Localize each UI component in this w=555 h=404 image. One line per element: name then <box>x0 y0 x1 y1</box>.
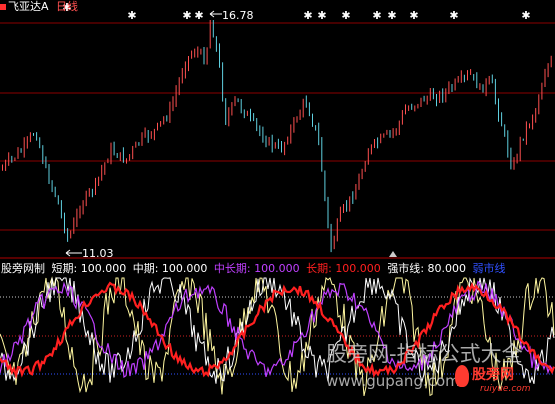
param-long-label: 长期 <box>306 262 329 275</box>
watermark-badge-logo <box>455 365 469 387</box>
period-label[interactable]: 日线 <box>56 0 78 13</box>
high-price-label: 16.78 <box>222 9 254 22</box>
param-long-value: 100.000 <box>335 262 381 275</box>
signal-star-icon: ✱ <box>372 9 381 22</box>
signal-star-icon: ✱ <box>409 9 418 22</box>
indicator-name[interactable]: 股旁网制 <box>1 262 45 275</box>
watermark-url: www.gupang.com <box>326 372 460 390</box>
param-midlong: 中长期: 100.000 <box>213 262 300 275</box>
indicator-header: 股旁网制 短期: 100.000 中期: 100.000 中长期: 100.00… <box>1 262 506 275</box>
param-long: 长期: 100.000 <box>306 262 381 275</box>
signal-star-icon: ✱ <box>521 9 530 22</box>
param-weak-label: 弱市线 <box>472 262 506 275</box>
signal-star-icon: ✱ <box>127 9 136 22</box>
signal-star-icon: ✱ <box>387 9 396 22</box>
signal-star-icon: ✱ <box>182 9 191 22</box>
stock-header: 飞亚达A 日线 <box>0 0 78 13</box>
signal-star-icon: ✱ <box>303 9 312 22</box>
param-midlong-label: 中长期 <box>213 262 247 275</box>
param-short: 短期: 100.000 <box>51 262 127 275</box>
param-short-value: 100.000 <box>80 262 127 275</box>
signal-star-icon: ✱ <box>194 9 203 22</box>
param-mid: 中期: 100.000 <box>132 262 208 275</box>
signal-star-icon: ✱ <box>449 9 458 22</box>
param-midlong-value: 100.000 <box>254 262 300 275</box>
param-mid-value: 100.000 <box>161 262 208 275</box>
signal-star-icon: ✱ <box>341 9 350 22</box>
low-price-label: 11.03 <box>82 247 114 260</box>
watermark-badge: 股旁网 <box>472 367 514 383</box>
param-mid-label: 中期 <box>132 262 155 275</box>
param-short-label: 短期 <box>51 262 74 275</box>
watermark-badge-sub: ruiyue.com <box>480 384 531 394</box>
signal-star-icon: ✱ <box>317 9 326 22</box>
stock-name: 飞亚达A <box>8 0 49 13</box>
param-strong: 强市线: 80.000 <box>387 262 467 275</box>
param-strong-label: 强市线 <box>387 262 421 275</box>
red-square-icon <box>0 4 6 10</box>
param-strong-value: 80.000 <box>427 262 467 275</box>
